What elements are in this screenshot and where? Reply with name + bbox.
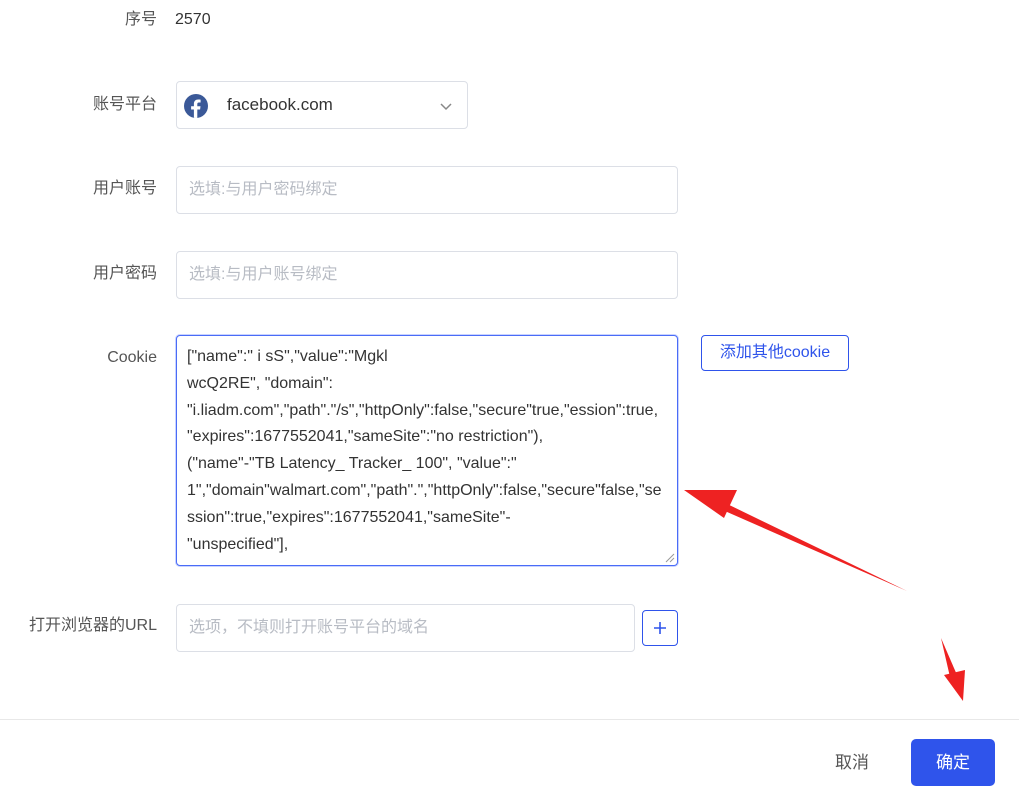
platform-label: 账号平台 [92, 96, 157, 113]
account-label: 用户账号 [92, 180, 157, 197]
account-input[interactable]: 选填:与用户密码绑定 [176, 166, 678, 214]
url-input[interactable]: 选项，不填则打开账号平台的域名 [176, 604, 635, 652]
confirm-button[interactable]: 确定 [911, 739, 995, 786]
plus-icon [654, 622, 666, 634]
cancel-button[interactable]: 取消 [812, 740, 892, 786]
url-label: 打开浏览器的URL [28, 617, 157, 634]
password-input-placeholder: 选填:与用户账号绑定 [189, 266, 338, 283]
cookie-textarea-value: ["name":" i sS","value":"Mgkl wcQ2RE", "… [187, 348, 662, 553]
cookie-label: Cookie [107, 349, 157, 366]
footer-divider [0, 719, 1019, 720]
account-input-placeholder: 选填:与用户密码绑定 [189, 181, 338, 198]
password-label: 用户密码 [92, 265, 157, 282]
annotation-arrow-to-cookie [684, 490, 907, 591]
serial-label: 序号 [124, 11, 157, 28]
add-cookie-button[interactable]: 添加其他cookie [701, 335, 849, 371]
cookie-textarea[interactable]: ["name":" i sS","value":"Mgkl wcQ2RE", "… [176, 335, 678, 566]
annotation-arrow-to-confirm [941, 638, 965, 701]
resize-handle-icon[interactable] [663, 551, 675, 563]
chevron-down-icon [440, 103, 452, 111]
platform-select-value: facebook.com [227, 95, 333, 114]
serial-value: 2570 [175, 11, 211, 28]
platform-select[interactable]: facebook.com [176, 81, 468, 129]
url-input-placeholder: 选项，不填则打开账号平台的域名 [189, 619, 430, 636]
facebook-icon [184, 94, 208, 118]
add-url-button[interactable] [642, 610, 678, 646]
password-input[interactable]: 选填:与用户账号绑定 [176, 251, 678, 299]
